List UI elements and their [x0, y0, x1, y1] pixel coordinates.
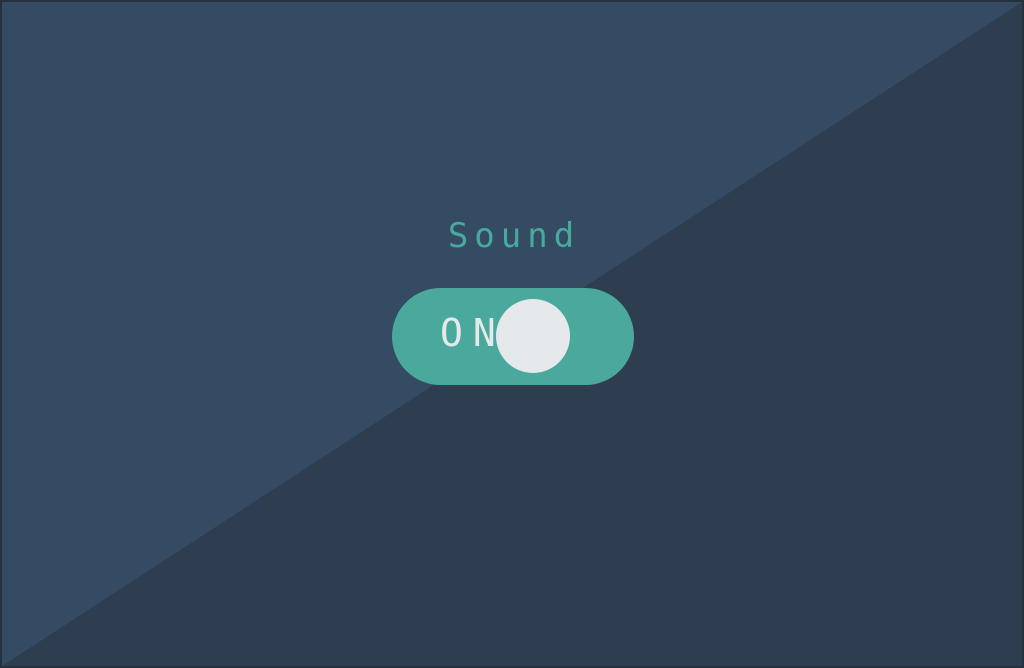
settings-panel: Sound ON [0, 0, 1024, 668]
sound-toggle-switch[interactable]: ON [392, 288, 634, 385]
sound-label: Sound [447, 216, 581, 256]
toggle-knob[interactable] [496, 299, 570, 373]
